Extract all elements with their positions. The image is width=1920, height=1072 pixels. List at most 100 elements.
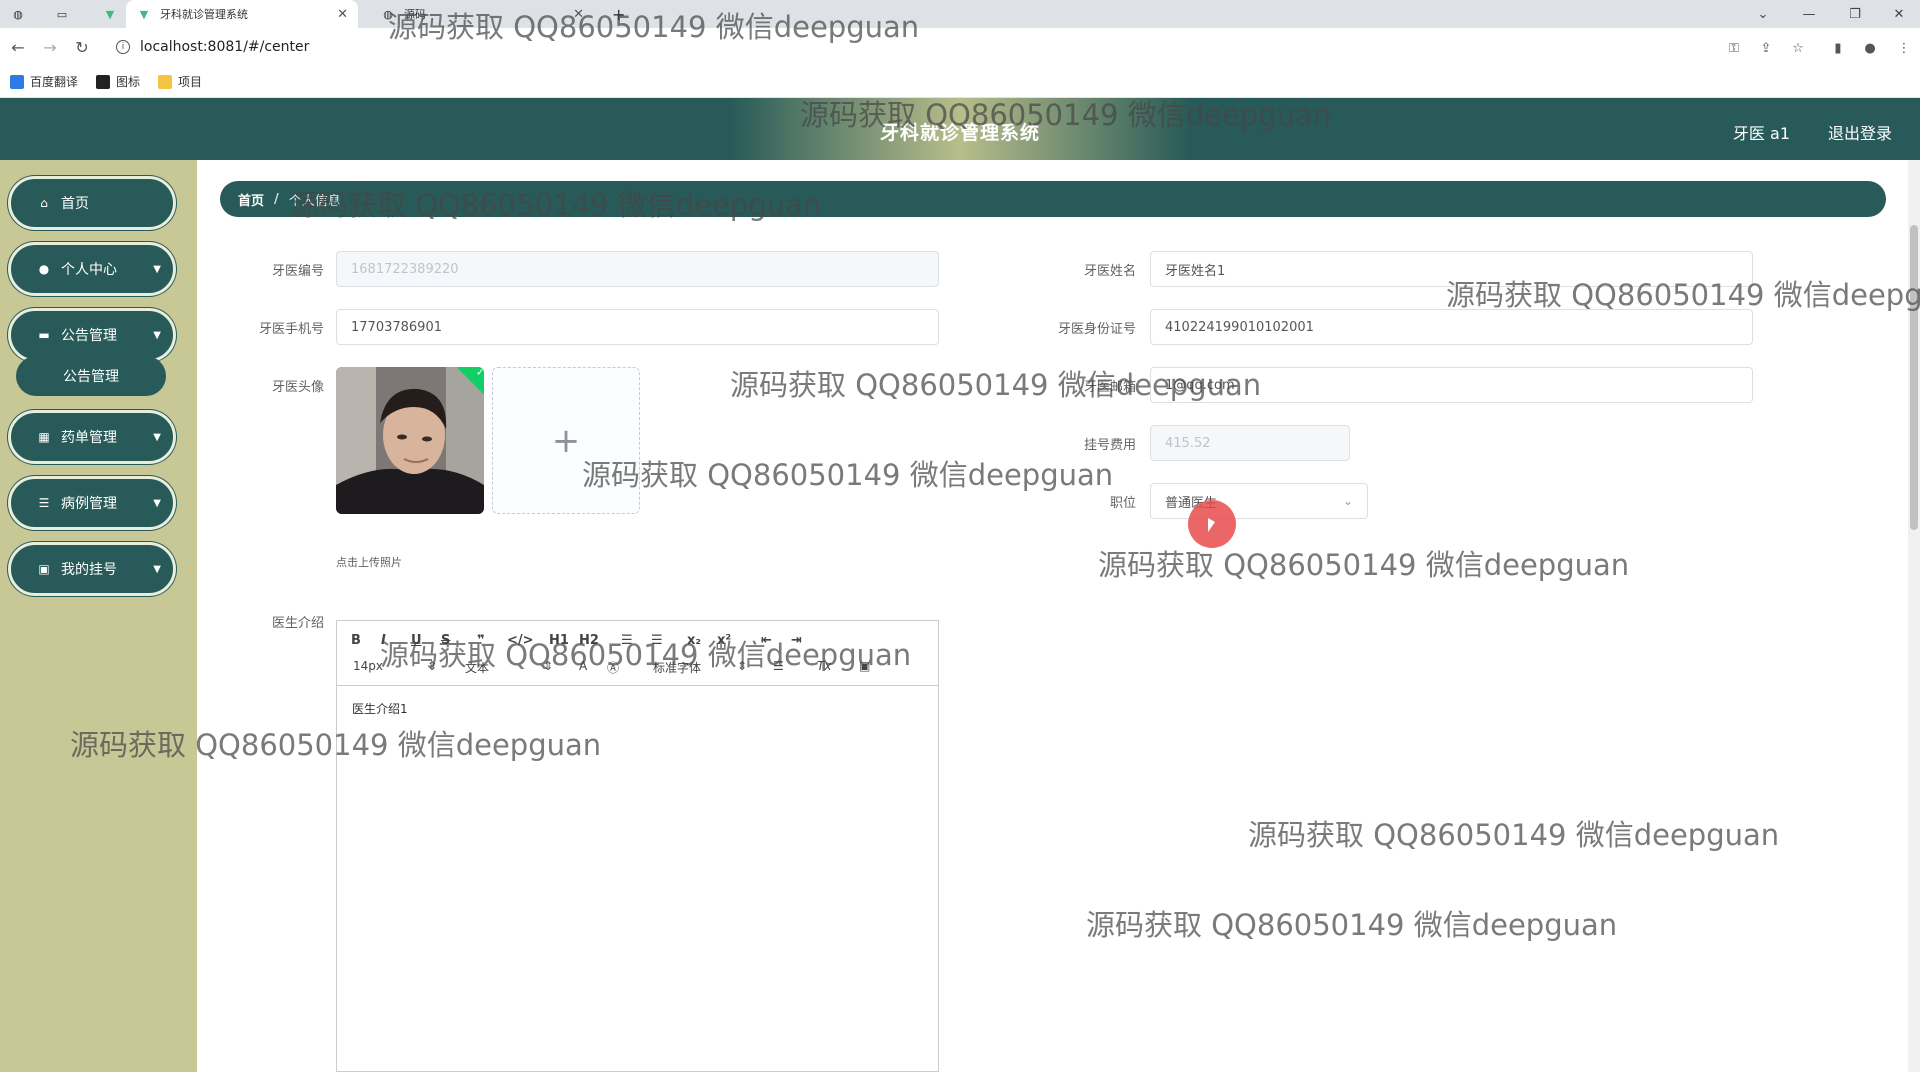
subscript-button[interactable]: x₂ [687,633,701,648]
select-arrow-icon: ⇕ [737,659,748,673]
sidebar-item-registration[interactable]: ▣ 我的挂号 ▼ [8,542,176,596]
select-arrow-icon: ⇕ [543,659,554,673]
superscript-button[interactable]: x² [717,633,731,648]
text-style-select[interactable]: 文本 [465,659,489,676]
close-tab-icon[interactable]: ✕ [573,7,584,22]
breadcrumb: 首页 / 个人信息 [220,181,1886,217]
list-icon: ☰ [38,496,50,510]
phone-label: 牙医手机号 [258,322,324,337]
grid-icon: ▦ [38,430,50,444]
chevron-down-icon: ▼ [153,497,161,509]
portrait-image [336,367,484,514]
tab-search-icon[interactable]: ⌄ [1740,0,1786,28]
browser-tab-active[interactable]: ▼ 牙科就诊管理系统 ✕ [126,0,358,28]
insert-image-icon[interactable]: ▣ [859,659,870,673]
position-select[interactable]: 普通医生 ⌄ [1150,483,1368,519]
browser-tab[interactable]: ◍ 源码 ✕ [370,0,590,28]
indent-button[interactable]: ⇥ [791,633,802,648]
clear-format-icon[interactable]: Tx [817,659,831,673]
home-icon: ⌂ [40,196,48,210]
outdent-button[interactable]: ⇤ [761,633,772,648]
submenu-notice-manage[interactable]: 公告管理 [16,356,166,396]
ordered-list-button[interactable]: ☰ [621,633,633,648]
chevron-down-icon: ▼ [153,263,161,275]
breadcrumb-home[interactable]: 首页 [238,190,264,209]
scrollbar-thumb[interactable] [1910,225,1918,530]
background-color-icon[interactable]: Ⓐ [607,659,619,676]
url-text: localhost:8081/#/center [140,39,310,55]
restore-icon[interactable]: ❐ [1832,0,1878,28]
breadcrumb-current: 个人信息 [288,193,341,209]
browser-tab[interactable]: ▭ [44,0,84,28]
chevron-down-icon: ▼ [153,329,161,341]
code-block-button[interactable]: </> [507,633,534,648]
watermark: 源码获取 QQ86050149 微信deepguan [1248,818,1780,852]
h1-button[interactable]: H1 [549,633,569,648]
url-field[interactable]: i localhost:8081/#/center [112,33,1712,61]
menu-icon[interactable]: ⋮ [1896,40,1912,56]
translate-icon [10,74,24,89]
avatar-label: 牙医头像 [271,380,324,395]
sidebar-item-home[interactable]: ⌂ 首页 [8,176,176,230]
fee-field[interactable]: 415.52 [1150,425,1350,461]
forward-icon[interactable]: → [40,37,60,57]
sidebar-item-prescription[interactable]: ▦ 药单管理 ▼ [8,410,176,464]
browser-tab[interactable]: ◍ [0,0,34,28]
strike-button[interactable]: S [441,633,450,648]
phone-field[interactable]: 17703786901 [336,309,939,345]
font-size-select[interactable]: 14px [353,659,383,673]
logout-button[interactable]: 退出登录 [1828,120,1892,144]
rich-text-editor[interactable]: B I U S ❞ </> H1 H2 ☰ ☰ x₂ x² ⇤ ⇥ 14px ⇕… [336,620,939,1072]
dentist-no-field[interactable]: 1681722389220 [336,251,939,287]
breadcrumb-separator: / [274,191,279,207]
back-icon[interactable]: ← [8,37,28,57]
app-title: 牙科就诊管理系统 [879,122,1040,144]
id-card-label: 牙医身份证号 [1057,322,1136,337]
h2-button[interactable]: H2 [579,633,599,648]
bold-button[interactable]: B [351,633,361,648]
blockquote-button[interactable]: ❞ [477,633,485,648]
page-scrollbar[interactable] [1908,160,1920,1072]
avatar-upload-button[interactable]: + [492,367,640,514]
bookmark-item[interactable]: 项目 [158,73,202,90]
key-icon[interactable]: ⚿ [1726,40,1742,56]
profile-icon[interactable]: ● [1862,40,1878,56]
sidebar-item-cases[interactable]: ☰ 病例管理 ▼ [8,476,176,530]
dentist-name-field[interactable]: 牙医姓名1 [1150,251,1753,287]
watermark: 源码获取 QQ86050149 微信deepguan [582,458,1114,492]
font-family-select[interactable]: 标准字体 [653,659,701,676]
minimize-icon[interactable]: — [1786,0,1832,28]
bookmark-item[interactable]: 百度翻译 [10,73,78,90]
new-tab-button[interactable]: + [612,0,636,28]
align-icon[interactable]: ☰ [773,659,784,673]
sidebar-item-profile[interactable]: ● 个人中心 ▼ [8,242,176,296]
email-label: 牙医邮箱 [1083,380,1136,395]
chevron-down-icon: ▼ [153,563,161,575]
bookmark-item[interactable]: 图标 [96,73,140,90]
site-info-icon[interactable]: i [116,40,130,54]
id-card-field[interactable]: 410224199010102001 [1150,309,1753,345]
mouse-cursor-icon [1208,518,1215,532]
page-icon: ▭ [56,7,68,21]
close-window-icon[interactable]: ✕ [1876,0,1920,28]
watermark: 源码获取 QQ86050149 微信deepguan [1086,908,1618,942]
vue-icon: ▼ [105,7,115,21]
share-icon[interactable]: ⇪ [1758,40,1774,56]
browser-tab[interactable]: ▼ [92,0,126,28]
tab-title: 源码 [404,8,426,21]
underline-button[interactable]: U [411,633,422,648]
bullet-list-button[interactable]: ☰ [651,633,663,648]
sidebar-item-notice[interactable]: ▬ 公告管理 ▼ [8,308,176,362]
editor-content[interactable]: 医生介绍1 [337,686,938,731]
dentist-no-label: 牙医编号 [271,264,324,279]
close-tab-icon[interactable]: ✕ [337,7,348,22]
font-color-icon[interactable]: A [579,659,587,673]
email-field[interactable]: 1@qq.com [1150,367,1753,403]
star-icon[interactable]: ☆ [1790,40,1806,56]
avatar-image[interactable]: ✓ [336,367,484,514]
monitor-icon: ▬ [38,328,50,342]
side-panel-icon[interactable]: ▮ [1830,40,1846,56]
reload-icon[interactable]: ↻ [72,37,92,57]
editor-toolbar: B I U S ❞ </> H1 H2 ☰ ☰ x₂ x² ⇤ ⇥ 14px ⇕… [337,621,938,686]
italic-button[interactable]: I [381,633,386,648]
